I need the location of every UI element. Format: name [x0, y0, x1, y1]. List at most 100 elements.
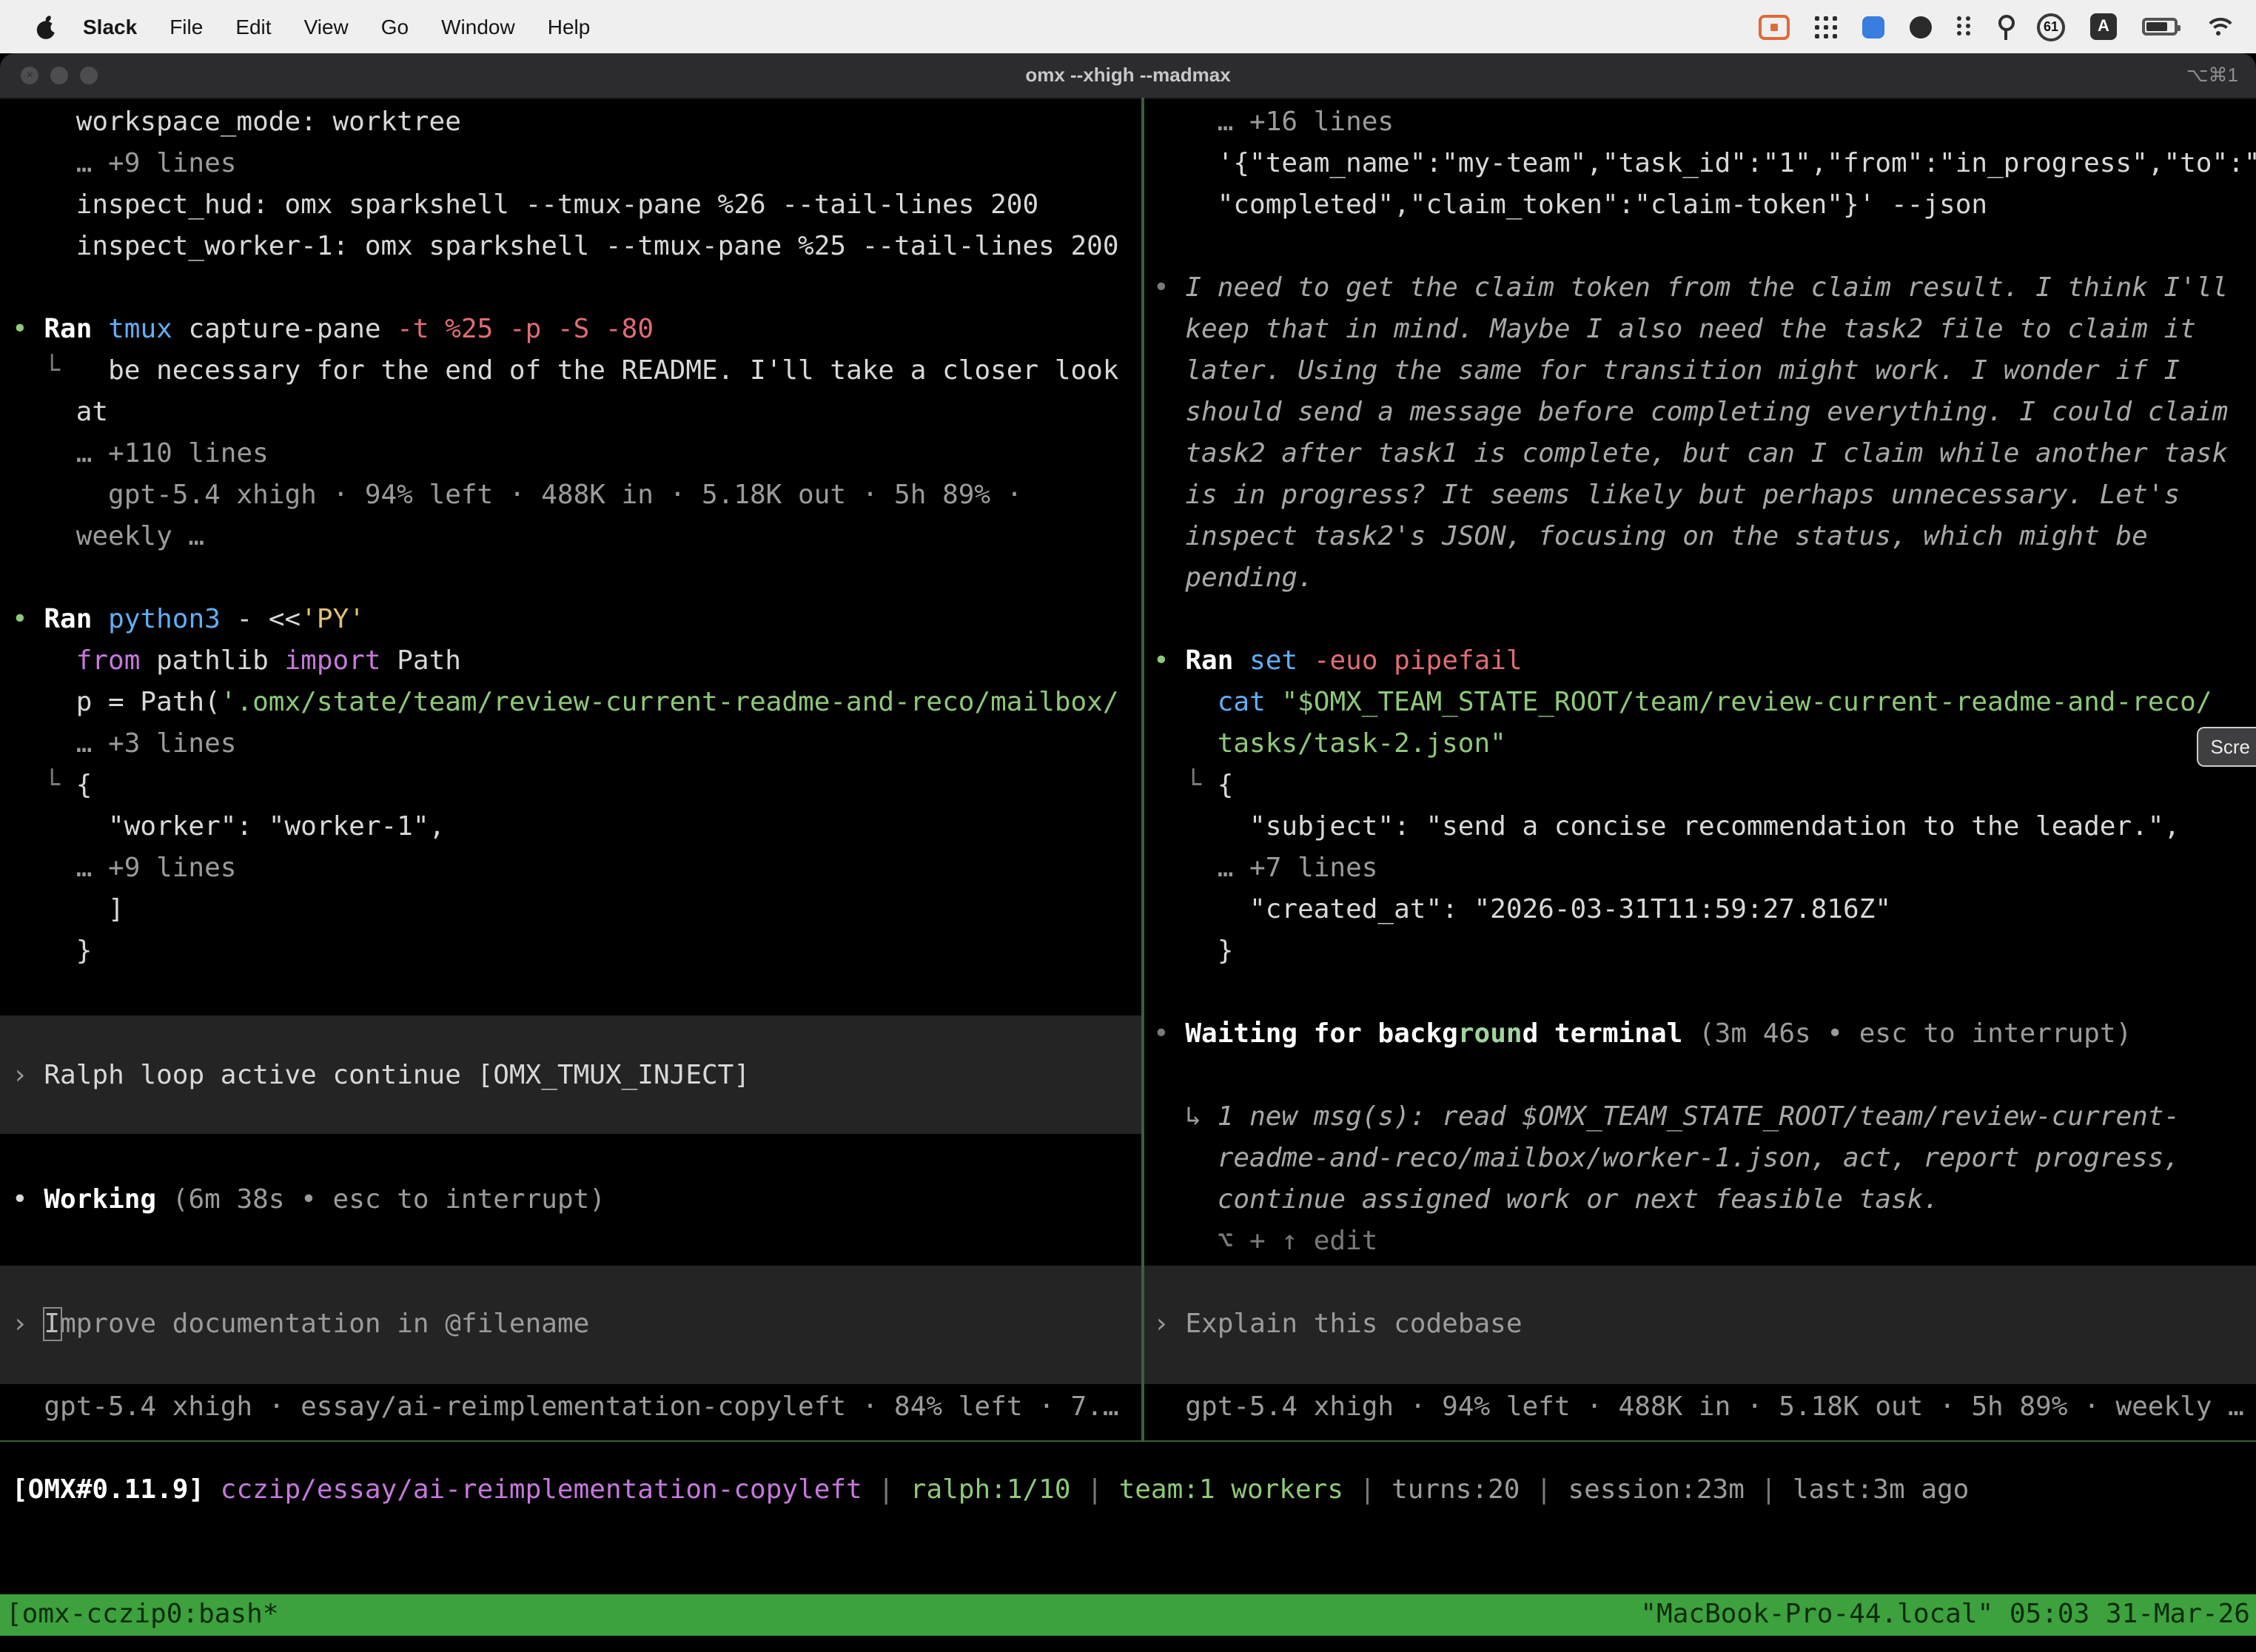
- terminal-line: … +16 lines: [1144, 102, 2256, 144]
- terminal-line: keep that in mind. Maybe I also need the…: [1144, 309, 2256, 351]
- apple-menu[interactable]: [27, 14, 67, 39]
- terminal-line: weekly …: [0, 517, 1141, 558]
- text-segment: pending.: [1153, 563, 1314, 594]
- terminal-line: [0, 973, 1141, 1014]
- text-segment: Ralph loop active continue [OMX_TMUX_INJ…: [44, 1060, 750, 1091]
- camera-app-icon[interactable]: [1910, 16, 1932, 38]
- text-segment: Path: [397, 645, 461, 676]
- menu-view[interactable]: View: [288, 15, 365, 38]
- menu-bar: Slack FileEditViewGoWindowHelp 61 A: [0, 0, 2256, 53]
- text-segment: └: [12, 355, 76, 386]
- text-segment: ↳: [1153, 1101, 1218, 1132]
- text-segment: … +3 lines: [12, 728, 236, 759]
- terminal-line: • Ran python3 - <<'PY': [0, 600, 1141, 641]
- text-segment: … +9 lines: [12, 148, 236, 179]
- menu-edit[interactable]: Edit: [219, 15, 287, 38]
- terminal-line: from pathlib import Path: [0, 641, 1141, 682]
- text-segment: workspace_mode: worktree: [12, 107, 461, 138]
- tmux-session-name[interactable]: [omx-cczip0:bash*: [0, 1594, 278, 1636]
- window-title: omx --xhigh --madmax: [0, 53, 2256, 98]
- zoom-button[interactable]: [80, 67, 98, 84]
- input-source-icon[interactable]: A: [2090, 13, 2117, 40]
- screen-recording-indicator-icon[interactable]: [1759, 14, 1790, 39]
- terminal-line: continue assigned work or next feasible …: [1144, 1180, 2256, 1221]
- minimize-button[interactable]: [50, 67, 68, 84]
- screen: Slack FileEditViewGoWindowHelp 61 A × om…: [0, 0, 2256, 1652]
- menu-window[interactable]: Window: [425, 15, 531, 38]
- text-segment: - <<: [237, 604, 301, 635]
- text-segment: Waiting for backg: [1185, 1018, 1457, 1050]
- terminal-line: … +9 lines: [0, 848, 1141, 890]
- window-controls: ×: [21, 67, 98, 84]
- terminal-line: [1144, 1263, 2256, 1304]
- battery-percentage-badge[interactable]: 61: [2037, 13, 2065, 41]
- terminal-line: • Waiting for background terminal (3m 46…: [1144, 1014, 2256, 1055]
- terminal-line: is in progress? It seems likely but perh…: [1144, 475, 2256, 517]
- text-segment: ⌥ + ↑ edit: [1153, 1226, 1377, 1257]
- terminal-line: inspect_hud: omx sparkshell --tmux-pane …: [0, 185, 1141, 226]
- text-segment: "subject": "send a concise recommendatio…: [1153, 811, 2180, 842]
- blue-app-icon[interactable]: [1862, 16, 1884, 38]
- text-segment: 'PY': [301, 604, 365, 635]
- terminal-line: [1144, 973, 2256, 1014]
- terminal-line: "worker": "worker-1",: [0, 807, 1141, 848]
- text-segment: inspect_hud: omx sparkshell --tmux-pane …: [12, 189, 1038, 221]
- close-button[interactable]: ×: [21, 67, 38, 84]
- menu-help[interactable]: Help: [531, 15, 607, 38]
- text-segment: •: [12, 1184, 44, 1215]
- text-segment: }: [12, 936, 92, 967]
- text-segment: capture-pane: [188, 314, 397, 345]
- screen-recording-dot-icon: [1770, 23, 1778, 30]
- terminal-line: tasks/task-2.json": [1144, 724, 2256, 765]
- dots-grid-icon[interactable]: [1957, 16, 1972, 37]
- menu-go[interactable]: Go: [365, 15, 425, 38]
- text-segment: •: [1153, 272, 1185, 303]
- text-segment: later. Using the same for transition mig…: [1153, 355, 2180, 386]
- terminal-line: ↳ 1 new msg(s): read $OMX_TEAM_STATE_ROO…: [1144, 1097, 2256, 1138]
- text-segment: (3m 46s • esc to interrupt): [1699, 1018, 2132, 1050]
- text-segment: |: [1071, 1474, 1119, 1505]
- text-segment: task2 after task1 is complete, but can I…: [1153, 438, 2228, 469]
- text-segment: "completed","claim_token":"claim-token"}…: [1153, 189, 1987, 221]
- text-segment: └: [1153, 770, 1218, 801]
- text-segment: inspect task2's JSON, focusing on the st…: [1153, 521, 2148, 552]
- key-icon[interactable]: [1997, 14, 2012, 39]
- terminal-line: '{"team_name":"my-team","task_id":"1","f…: [1144, 144, 2256, 185]
- terminal-line: • Working (6m 38s • esc to interrupt): [0, 1180, 1141, 1221]
- tmux-status-bar: [omx-cczip0:bash* "MacBook-Pro-44.local"…: [0, 1594, 2256, 1636]
- terminal-line: "created_at": "2026-03-31T11:59:27.816Z": [1144, 890, 2256, 931]
- menu-app-name[interactable]: Slack: [67, 15, 153, 38]
- terminal-line: • Ran tmux capture-pane -t %25 -p -S -80: [0, 309, 1141, 351]
- menu-file[interactable]: File: [153, 15, 219, 38]
- text-segment: '{"team_name":"my-team","task_id":"1","f…: [1153, 148, 2256, 179]
- window-titlebar[interactable]: × omx --xhigh --madmax ⌥⌘1: [0, 53, 2256, 99]
- apple-logo: [36, 14, 58, 39]
- text-segment: "worker": "worker-1",: [12, 811, 445, 842]
- text-segment: from: [12, 645, 156, 676]
- terminal-line: › Ralph loop active continue [OMX_TMUX_I…: [0, 1055, 1141, 1097]
- text-segment: … +7 lines: [1153, 853, 1377, 884]
- terminal-line: should send a message before completing …: [1144, 392, 2256, 434]
- text-segment: pathlib: [156, 645, 284, 676]
- terminal-line: • Ran set -euo pipefail: [1144, 641, 2256, 682]
- terminal-line: gpt-5.4 xhigh · 94% left · 488K in · 5.1…: [0, 475, 1141, 517]
- terminal-line: workspace_mode: worktree: [0, 102, 1141, 144]
- battery-icon[interactable]: [2142, 18, 2178, 36]
- text-segment: }: [1153, 936, 1233, 967]
- screen-tooltip: Scre: [2198, 727, 2256, 767]
- text-segment: I: [44, 1309, 60, 1340]
- terminal-line: cat "$OMX_TEAM_STATE_ROOT/team/review-cu…: [1144, 682, 2256, 724]
- wifi-icon[interactable]: [2203, 16, 2232, 38]
- app-grid-icon[interactable]: [1815, 16, 1837, 38]
- text-segment: cat: [1218, 687, 1282, 718]
- terminal-line: [1144, 1346, 2256, 1387]
- text-segment: set: [1249, 645, 1314, 676]
- text-segment: turns:20: [1391, 1474, 1520, 1505]
- text-segment: is in progress? It seems likely but perh…: [1153, 480, 2180, 511]
- text-segment: |: [1520, 1474, 1568, 1505]
- terminal-line: gpt-5.4 xhigh · essay/ai-reimplementatio…: [0, 1387, 1141, 1428]
- text-segment: ralph:1/10: [910, 1474, 1071, 1505]
- text-segment: Ran: [44, 314, 108, 345]
- terminal-line: }: [1144, 931, 2256, 973]
- text-segment: "$OMX_TEAM_STATE_ROOT/team/review-curren…: [1281, 687, 2212, 718]
